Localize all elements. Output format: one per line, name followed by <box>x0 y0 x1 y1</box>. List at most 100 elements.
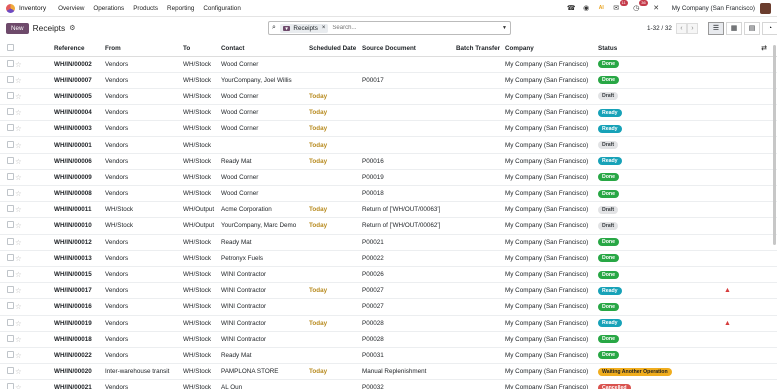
row-checkbox[interactable] <box>7 286 14 294</box>
row-checkbox[interactable] <box>7 172 14 180</box>
column-to[interactable]: To <box>183 41 221 57</box>
company-switcher[interactable]: My Company (San Francisco) <box>672 5 755 12</box>
pager-previous-icon[interactable]: ‹ <box>675 22 687 34</box>
table-row[interactable]: ☆ WH/IN/00019 Vendors WH/Stock WINI Contract… <box>0 315 777 332</box>
row-checkbox[interactable] <box>7 270 14 278</box>
activity-icon[interactable]: ◷ 36 <box>631 0 648 14</box>
row-checkbox[interactable] <box>7 75 14 83</box>
priority-star-icon[interactable]: ☆ <box>15 141 22 150</box>
priority-star-icon[interactable]: ☆ <box>15 319 22 328</box>
row-checkbox[interactable] <box>7 318 14 326</box>
table-row[interactable]: ☆ WH/IN/00012 Vendors WH/Stock Ready Mat P000… <box>0 234 777 251</box>
row-checkbox[interactable] <box>7 221 14 229</box>
menu-configuration[interactable]: Configuration <box>203 5 240 12</box>
remove-facet-icon[interactable]: × <box>322 25 326 31</box>
priority-star-icon[interactable]: ☆ <box>15 189 22 198</box>
messages-icon[interactable]: ✉ 11 <box>611 0 628 14</box>
priority-star-icon[interactable]: ☆ <box>15 302 22 311</box>
row-checkbox[interactable] <box>7 237 14 245</box>
table-row[interactable]: ☆ WH/IN/00017 Vendors WH/Stock WINI Contract… <box>0 282 777 300</box>
user-avatar[interactable] <box>760 2 771 14</box>
row-checkbox[interactable] <box>7 140 14 148</box>
pager-next-icon[interactable]: › <box>686 22 698 34</box>
table-row[interactable]: ☆ WH/IN/00013 Vendors WH/Stock Petronyx Fuel… <box>0 250 777 267</box>
gear-icon[interactable]: ⚙ <box>69 24 75 32</box>
row-checkbox[interactable] <box>7 108 14 116</box>
row-checkbox[interactable] <box>7 156 14 164</box>
optional-columns-icon[interactable]: ⇄ <box>761 45 767 52</box>
app-name[interactable]: Inventory <box>19 5 46 12</box>
priority-star-icon[interactable]: ☆ <box>15 238 22 247</box>
globe-icon[interactable]: ◉ <box>581 3 592 14</box>
table-row[interactable]: ☆ WH/IN/00003 Vendors WH/Stock Wood Corner To… <box>0 120 777 138</box>
table-row[interactable]: ☆ WH/IN/00016 Vendors WH/Stock WINI Contract… <box>0 298 777 316</box>
pager-value[interactable]: 1-32 / 32 <box>647 25 672 32</box>
priority-star-icon[interactable]: ☆ <box>15 108 22 117</box>
search-input[interactable] <box>332 25 503 31</box>
calendar-view-icon[interactable]: ▤ <box>744 21 760 35</box>
table-row[interactable]: ☆ WH/IN/00021 Vendors WH/Stock AL Oun P00032 M… <box>0 379 777 389</box>
activity-view-icon[interactable]: ◔ <box>762 21 777 35</box>
priority-star-icon[interactable]: ☆ <box>15 76 22 85</box>
phone-icon[interactable]: ☎ <box>566 3 577 14</box>
table-row[interactable]: ☆ WH/IN/00007 Vendors WH/Stock YourCompany, … <box>0 72 777 89</box>
priority-star-icon[interactable]: ☆ <box>15 270 22 279</box>
row-checkbox[interactable] <box>7 383 14 389</box>
priority-star-icon[interactable]: ☆ <box>15 173 22 182</box>
table-row[interactable]: ☆ WH/IN/00008 Vendors WH/Stock Wood Corner P0… <box>0 185 777 203</box>
search-icon[interactable]: ⌕ <box>272 24 276 32</box>
priority-star-icon[interactable]: ☆ <box>15 221 22 230</box>
table-row[interactable]: ☆ WH/IN/00010 WH/Stock WH/Output YourCompany… <box>0 217 777 235</box>
debug-icon[interactable]: ✕ <box>651 3 662 14</box>
new-button[interactable]: New <box>6 22 29 34</box>
menu-overview[interactable]: Overview <box>58 5 84 12</box>
table-row[interactable]: ☆ WH/IN/00022 Vendors WH/Stock Ready Mat P000… <box>0 347 777 365</box>
menu-reporting[interactable]: Reporting <box>167 5 194 12</box>
column-scheduled-date[interactable]: Scheduled Date <box>309 41 362 57</box>
column-from[interactable]: From <box>105 41 183 57</box>
select-all-checkbox[interactable] <box>7 43 14 51</box>
priority-star-icon[interactable]: ☆ <box>15 383 22 389</box>
priority-star-icon[interactable]: ☆ <box>15 92 22 101</box>
table-row[interactable]: ☆ WH/IN/00006 Vendors WH/Stock Ready Mat Toda… <box>0 153 777 170</box>
kanban-view-icon[interactable]: ▦ <box>726 21 742 35</box>
table-row[interactable]: ☆ WH/IN/00001 Vendors WH/Stock Today My Compa… <box>0 136 777 154</box>
priority-star-icon[interactable]: ☆ <box>15 367 22 376</box>
row-checkbox[interactable] <box>7 302 14 310</box>
column-source-document[interactable]: Source Document <box>362 41 456 57</box>
table-row[interactable]: ☆ WH/IN/00002 Vendors WH/Stock Wood Corner My… <box>0 56 777 73</box>
column-status[interactable]: Status <box>598 41 724 57</box>
table-row[interactable]: ☆ WH/IN/00004 Vendors WH/Stock Wood Corner To… <box>0 104 777 122</box>
table-row[interactable]: ☆ WH/IN/00015 Vendors WH/Stock WINI Contract… <box>0 266 777 284</box>
row-checkbox[interactable] <box>7 367 14 375</box>
row-checkbox[interactable] <box>7 334 14 342</box>
row-checkbox[interactable] <box>7 91 14 99</box>
priority-star-icon[interactable]: ☆ <box>15 351 22 360</box>
priority-star-icon[interactable]: ☆ <box>15 205 22 214</box>
app-logo-icon[interactable] <box>6 3 15 13</box>
row-checkbox[interactable] <box>7 350 14 358</box>
row-checkbox[interactable] <box>7 59 14 67</box>
column-contact[interactable]: Contact <box>221 41 309 57</box>
list-view-icon[interactable]: ☰ <box>708 21 724 35</box>
column-company[interactable]: Company <box>505 41 598 57</box>
row-checkbox[interactable] <box>7 124 14 132</box>
column-batch-transfer[interactable]: Batch Transfer <box>456 41 505 57</box>
priority-star-icon[interactable]: ☆ <box>15 335 22 344</box>
table-row[interactable]: ☆ WH/IN/00020 Inter-warehouse transit WH/St… <box>0 363 777 381</box>
scrollbar[interactable] <box>773 45 776 245</box>
table-row[interactable]: ☆ WH/IN/00009 Vendors WH/Stock Wood Corner P0… <box>0 169 777 187</box>
ai-icon[interactable]: AI <box>596 3 607 14</box>
priority-star-icon[interactable]: ☆ <box>15 60 22 69</box>
priority-star-icon[interactable]: ☆ <box>15 157 22 166</box>
table-row[interactable]: ☆ WH/IN/00011 WH/Stock WH/Output Acme Corpor… <box>0 201 777 219</box>
priority-star-icon[interactable]: ☆ <box>15 124 22 133</box>
row-checkbox[interactable] <box>7 189 14 197</box>
table-row[interactable]: ☆ WH/IN/00018 Vendors WH/Stock WINI Contract… <box>0 331 777 348</box>
table-row[interactable]: ☆ WH/IN/00005 Vendors WH/Stock Wood Corner To… <box>0 88 777 106</box>
menu-operations[interactable]: Operations <box>93 5 124 12</box>
row-checkbox[interactable] <box>7 253 14 261</box>
row-checkbox[interactable] <box>7 205 14 213</box>
priority-star-icon[interactable]: ☆ <box>15 254 22 263</box>
search-options-toggle[interactable]: ▼ <box>502 25 507 31</box>
